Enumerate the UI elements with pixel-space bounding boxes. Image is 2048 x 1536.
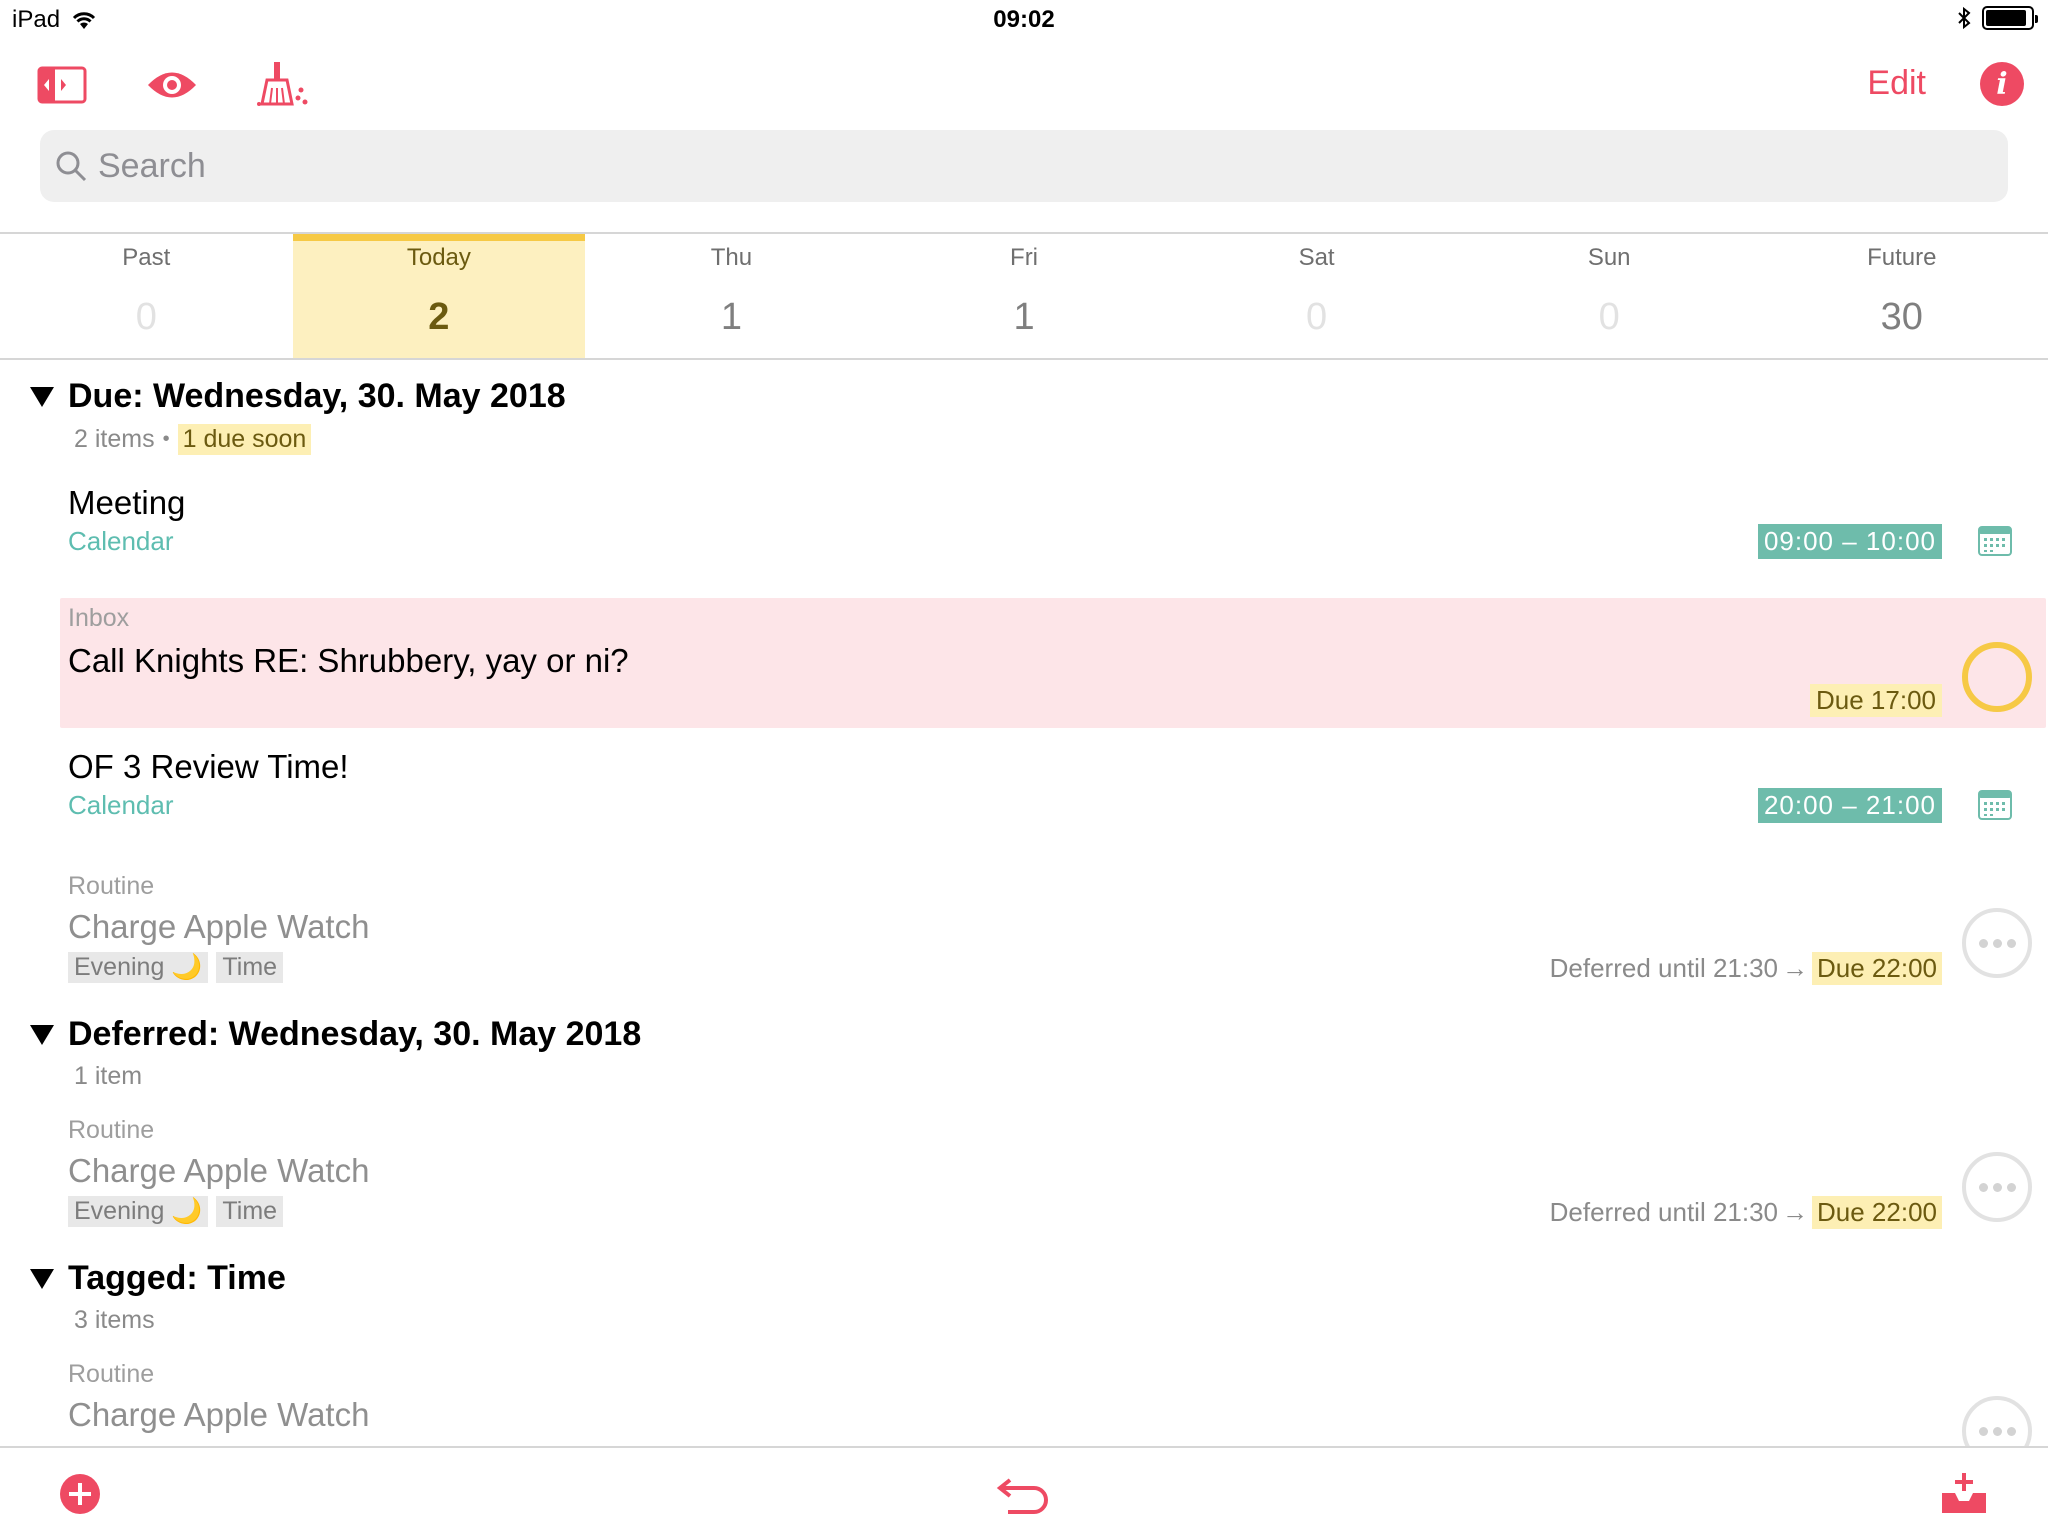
tag-time[interactable]: Time bbox=[216, 1196, 284, 1227]
item-context: Inbox bbox=[68, 604, 130, 632]
day-count: 30 bbox=[1880, 296, 1923, 338]
clean-up-broom-icon[interactable] bbox=[254, 60, 314, 110]
repeat-circle-button[interactable] bbox=[1962, 1152, 2032, 1222]
bottom-toolbar bbox=[0, 1446, 2048, 1536]
deferred-label: Deferred until 21:30 bbox=[1549, 953, 1779, 983]
list-item-charge-watch[interactable]: Routine Charge Apple Watch Evening 🌙 Tim… bbox=[60, 1106, 2046, 1236]
search-input[interactable] bbox=[98, 146, 1898, 186]
item-title: OF 3 Review Time! bbox=[68, 748, 349, 785]
edit-button[interactable]: Edit bbox=[1867, 64, 1926, 103]
arrow-icon: → bbox=[1782, 953, 1809, 983]
day-count: 0 bbox=[135, 296, 157, 338]
tag-evening[interactable]: Evening 🌙 bbox=[68, 1196, 209, 1227]
item-count: 2 items bbox=[74, 425, 155, 453]
day-sun[interactable]: Sun 0 bbox=[1463, 234, 1756, 358]
list-item-meeting[interactable]: Meeting Calendar 09:00 – 10:00 bbox=[60, 480, 2046, 580]
section-header-tagged[interactable]: Tagged: Time bbox=[30, 1259, 286, 1298]
status-time: 09:02 bbox=[993, 6, 1055, 33]
inbox-add-icon[interactable] bbox=[1934, 1464, 1994, 1524]
time-badge: 20:00 – 21:00 bbox=[1757, 788, 1942, 823]
calendar-icon bbox=[1978, 790, 2012, 820]
section-title: Deferred: Wednesday, 30. May 2018 bbox=[68, 1015, 642, 1053]
day-future[interactable]: Future 30 bbox=[1755, 234, 2048, 358]
day-count: 0 bbox=[1598, 296, 1620, 338]
undo-icon[interactable] bbox=[994, 1464, 1054, 1524]
tag-list: Evening 🌙 Time bbox=[68, 1196, 284, 1227]
repeat-circle-button[interactable] bbox=[1962, 908, 2032, 978]
item-count: 3 items bbox=[74, 1306, 155, 1334]
section-meta: 3 items bbox=[74, 1306, 155, 1335]
section-title: Due: Wednesday, 30. May 2018 bbox=[68, 377, 566, 415]
due-soon-badge: 1 due soon bbox=[177, 424, 312, 455]
section-meta: 2 items • 1 due soon bbox=[74, 424, 312, 455]
list-item-charge-watch[interactable]: Routine Charge Apple Watch Evening 🌙 Tim… bbox=[60, 862, 2046, 992]
day-past[interactable]: Past 0 bbox=[0, 234, 293, 358]
bluetooth-icon bbox=[1958, 6, 1971, 30]
section-header-due[interactable]: Due: Wednesday, 30. May 2018 bbox=[30, 377, 566, 416]
due-badge: Due 22:00 bbox=[1812, 1196, 1942, 1229]
disclosure-triangle-icon bbox=[30, 1024, 54, 1045]
task-list: Due: Wednesday, 30. May 2018 2 items • 1… bbox=[0, 362, 2048, 1446]
item-context: Routine bbox=[68, 872, 155, 900]
item-title: Charge Apple Watch bbox=[68, 908, 370, 945]
due-badge: Due 17:00 bbox=[1810, 684, 1942, 717]
day-label: Sun bbox=[1587, 244, 1631, 271]
day-thu[interactable]: Thu 1 bbox=[585, 234, 878, 358]
day-label: Thu bbox=[710, 244, 753, 271]
item-context: Routine bbox=[68, 1360, 155, 1388]
deferred-info: Deferred until 21:30 → Due 22:00 bbox=[1550, 1196, 1942, 1229]
disclosure-triangle-icon bbox=[30, 1268, 54, 1289]
day-count: 2 bbox=[428, 296, 450, 338]
section-meta: 1 item bbox=[74, 1062, 142, 1091]
add-icon[interactable] bbox=[50, 1464, 110, 1524]
item-title: Call Knights RE: Shrubbery, yay or ni? bbox=[68, 642, 629, 679]
section-header-deferred[interactable]: Deferred: Wednesday, 30. May 2018 bbox=[30, 1015, 641, 1054]
day-sat[interactable]: Sat 0 bbox=[1170, 234, 1463, 358]
day-label: Future bbox=[1867, 244, 1937, 271]
item-title: Charge Apple Watch bbox=[68, 1152, 370, 1189]
section-title: Tagged: Time bbox=[68, 1259, 286, 1297]
day-fri[interactable]: Fri 1 bbox=[878, 234, 1171, 358]
day-today[interactable]: Today 2 bbox=[292, 234, 586, 358]
arrow-icon: → bbox=[1782, 1197, 1809, 1227]
day-label: Sat bbox=[1298, 244, 1335, 271]
list-item-knights[interactable]: Inbox Call Knights RE: Shrubbery, yay or… bbox=[60, 598, 2046, 728]
item-title: Charge Apple Watch bbox=[68, 1396, 370, 1433]
item-title: Meeting bbox=[68, 484, 186, 521]
tag-list: Evening 🌙 Time bbox=[68, 952, 284, 983]
day-count: 1 bbox=[720, 296, 743, 338]
item-subtitle: Calendar bbox=[68, 526, 174, 556]
item-subtitle: Calendar bbox=[68, 790, 174, 820]
list-item-charge-watch[interactable]: Routine Charge Apple Watch bbox=[60, 1350, 2046, 1446]
status-bar: iPad 09:02 bbox=[0, 0, 2048, 40]
day-label: Today bbox=[406, 244, 471, 271]
eye-icon[interactable] bbox=[142, 60, 202, 110]
deferred-info: Deferred until 21:30 → Due 22:00 bbox=[1550, 952, 1942, 985]
search-bar[interactable] bbox=[40, 130, 2008, 202]
time-badge: 09:00 – 10:00 bbox=[1757, 524, 1942, 559]
item-count: 1 item bbox=[74, 1062, 143, 1090]
deferred-label: Deferred until 21:30 bbox=[1549, 1197, 1779, 1227]
day-label: Fri bbox=[1010, 244, 1039, 271]
toolbar: Edit i bbox=[0, 50, 2048, 120]
day-strip: Past 0 Today 2 Thu 1 Fri 1 Sat 0 Sun 0 F… bbox=[0, 232, 2048, 360]
repeat-circle-button[interactable] bbox=[1962, 1396, 2032, 1446]
due-badge: Due 22:00 bbox=[1812, 952, 1942, 985]
sidebar-toggle-icon[interactable] bbox=[32, 60, 92, 110]
item-context: Routine bbox=[68, 1116, 155, 1144]
tag-time[interactable]: Time bbox=[216, 952, 284, 983]
day-count: 1 bbox=[1013, 296, 1035, 338]
tag-evening[interactable]: Evening 🌙 bbox=[68, 952, 209, 983]
complete-circle-button[interactable] bbox=[1962, 642, 2032, 712]
search-icon bbox=[56, 151, 87, 182]
info-icon[interactable]: i bbox=[1980, 62, 2024, 106]
calendar-icon bbox=[1978, 526, 2012, 556]
battery-icon bbox=[1982, 6, 2038, 30]
disclosure-triangle-icon bbox=[30, 386, 54, 407]
day-label: Past bbox=[122, 244, 171, 271]
list-item-review[interactable]: OF 3 Review Time! Calendar 20:00 – 21:00 bbox=[60, 744, 2046, 844]
day-count: 0 bbox=[1306, 296, 1328, 338]
